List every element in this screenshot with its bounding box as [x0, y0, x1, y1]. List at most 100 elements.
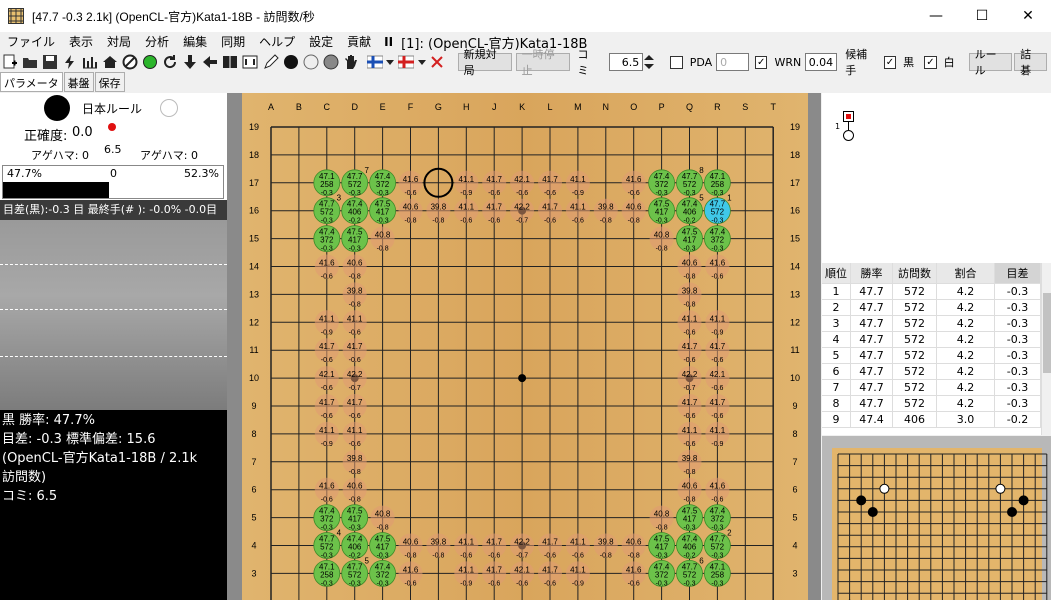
- menu-analysis[interactable]: 分析: [138, 32, 176, 52]
- dropdown-arrow-icon[interactable]: [417, 53, 427, 71]
- table-row[interactable]: 4 47.7 572 4.2 -0.3: [822, 332, 1051, 348]
- menu-view[interactable]: 表示: [62, 32, 100, 52]
- pause-indicator[interactable]: II: [378, 32, 399, 52]
- candidate-score: -0.8: [628, 553, 640, 560]
- arrow-down-icon[interactable]: [181, 53, 200, 71]
- green-circle-icon[interactable]: [141, 53, 160, 71]
- stats-winrate: 黒 勝率: 47.7%: [2, 413, 95, 428]
- flip-icon[interactable]: [221, 53, 240, 71]
- col-winrate[interactable]: 勝率: [851, 263, 893, 284]
- komi-input[interactable]: 6.5: [608, 53, 644, 71]
- col-ratio[interactable]: 割合: [937, 263, 995, 284]
- komi-spinner-icon[interactable]: [643, 53, 655, 71]
- mini-board[interactable]: [822, 436, 1051, 600]
- maximize-button[interactable]: ☐: [959, 0, 1005, 32]
- candidate-table[interactable]: 順位 勝率 訪問数 割合 目差 1 47.7 572 4.2 -0.3 2 47.7 572 4…: [822, 263, 1051, 435]
- candidate-winrate: 41.1: [347, 426, 363, 435]
- board-grid[interactable]: A B C D E F G H J K L M N O P Q R S T19 1918 1817 1716 1615 151…: [242, 93, 808, 600]
- dropdown-arrow-icon[interactable]: [385, 53, 395, 71]
- candidate-winrate: 39.8: [431, 203, 447, 212]
- table-row[interactable]: 3 47.7 572 4.2 -0.3: [822, 316, 1051, 332]
- table-cell: 572: [893, 332, 937, 348]
- rule-label: 日本ルール: [82, 102, 143, 116]
- mirror-icon[interactable]: [241, 53, 260, 71]
- tree-root-node[interactable]: [843, 111, 854, 122]
- tsumego-button[interactable]: 詰碁: [1014, 48, 1048, 77]
- tree-node-white[interactable]: [843, 130, 854, 141]
- table-row[interactable]: 6 47.7 572 4.2 -0.3: [822, 364, 1051, 380]
- stats-komi: コミ: 6.5: [2, 489, 58, 504]
- tab-parameters[interactable]: パラメータ: [0, 72, 63, 92]
- accuracy-value: 0.0: [72, 125, 93, 140]
- row-coordinate: 16: [249, 206, 259, 216]
- candidate-score: -0.6: [711, 357, 723, 364]
- table-cell: -0.3: [995, 332, 1041, 348]
- candidate-visits: 372: [376, 570, 390, 579]
- go-board[interactable]: A B C D E F G H J K L M N O P Q R S T 19 19 18 18 17 17 16 16 15 15 1…: [242, 93, 808, 600]
- col-rank[interactable]: 順位: [822, 263, 851, 284]
- flag-red-icon[interactable]: [396, 53, 415, 71]
- candidate-winrate: 39.8: [598, 538, 614, 547]
- row-coordinate: 10: [790, 373, 800, 383]
- wrn-input[interactable]: 0.04: [805, 53, 838, 71]
- menu-contribute[interactable]: 貢献: [340, 32, 378, 52]
- table-row[interactable]: 7 47.7 572 4.2 -0.3: [822, 380, 1051, 396]
- chart-icon[interactable]: [80, 53, 99, 71]
- tab-board[interactable]: 碁盤: [63, 72, 94, 92]
- black-checkbox[interactable]: ✓: [883, 55, 897, 69]
- candidate-winrate: 41.1: [319, 426, 335, 435]
- table-row[interactable]: 8 47.7 572 4.2 -0.3: [822, 396, 1051, 412]
- home-icon[interactable]: [100, 53, 119, 71]
- toolbar: 新規対局 一時停止 コミ 6.5 PDA 0 ✓ WRN 0.04 候補手 ✓ …: [0, 48, 1051, 77]
- pencil-icon[interactable]: [261, 53, 280, 71]
- table-row[interactable]: 5 47.7 572 4.2 -0.3: [822, 348, 1051, 364]
- table-row[interactable]: 1 47.7 572 4.2 -0.3: [822, 284, 1051, 300]
- col-score[interactable]: 目差: [995, 263, 1041, 284]
- table-scrollbar[interactable]: [1041, 263, 1051, 435]
- table-cell: 572: [893, 284, 937, 300]
- flag-finland-icon[interactable]: [365, 53, 384, 71]
- white-checkbox[interactable]: ✓: [924, 55, 937, 69]
- pda-checkbox[interactable]: [670, 55, 683, 69]
- lightning-icon[interactable]: [60, 53, 79, 71]
- variation-tree[interactable]: 1: [822, 93, 1051, 263]
- rules-button[interactable]: ルール: [968, 48, 1013, 77]
- refresh-icon[interactable]: [161, 53, 180, 71]
- wrn-checkbox[interactable]: ✓: [754, 55, 768, 69]
- white-stone-icon[interactable]: [301, 53, 320, 71]
- candidate-winrate: 39.8: [598, 203, 614, 212]
- black-label: 黒: [903, 56, 915, 69]
- menu-settings[interactable]: 設定: [302, 32, 340, 52]
- table-row[interactable]: 9 47.4 406 3.0 -0.2: [822, 412, 1051, 428]
- new-file-icon[interactable]: [0, 53, 19, 71]
- red-x-icon[interactable]: [428, 53, 447, 71]
- open-folder-icon[interactable]: [20, 53, 39, 71]
- pause-button[interactable]: 一時停止: [515, 48, 570, 77]
- candidate-score: -0.9: [711, 441, 723, 448]
- col-visits[interactable]: 訪問数: [893, 263, 937, 284]
- captures-white: アゲハマ: 0: [140, 149, 198, 162]
- column-coordinate: O: [630, 102, 637, 112]
- menu-help[interactable]: ヘルプ: [252, 32, 302, 52]
- black-stone-icon[interactable]: [281, 53, 300, 71]
- candidate-winrate: 41.1: [570, 565, 586, 574]
- menu-sync[interactable]: 同期: [214, 32, 252, 52]
- new-game-button[interactable]: 新規対局: [457, 48, 512, 77]
- close-button[interactable]: ✕: [1005, 0, 1051, 32]
- pda-input[interactable]: 0: [716, 53, 749, 71]
- no-entry-icon[interactable]: [120, 53, 139, 71]
- menu-file[interactable]: ファイル: [0, 32, 62, 52]
- back-arrow-icon[interactable]: [201, 53, 220, 71]
- hand-icon[interactable]: [341, 53, 360, 71]
- menu-game[interactable]: 対局: [100, 32, 138, 52]
- menu-edit[interactable]: 編集: [176, 32, 214, 52]
- candidate-winrate: 40.6: [626, 538, 642, 547]
- winrate-white-text: 52.3%: [184, 167, 219, 180]
- save-icon[interactable]: [40, 53, 59, 71]
- candidate-winrate: 42.2: [682, 370, 698, 379]
- table-row[interactable]: 2 47.7 572 4.2 -0.3: [822, 300, 1051, 316]
- minimize-button[interactable]: —: [913, 0, 959, 32]
- gray-stone-icon[interactable]: [321, 53, 340, 71]
- tab-save[interactable]: 保存: [94, 72, 125, 92]
- candidate-score: -0.6: [488, 218, 500, 225]
